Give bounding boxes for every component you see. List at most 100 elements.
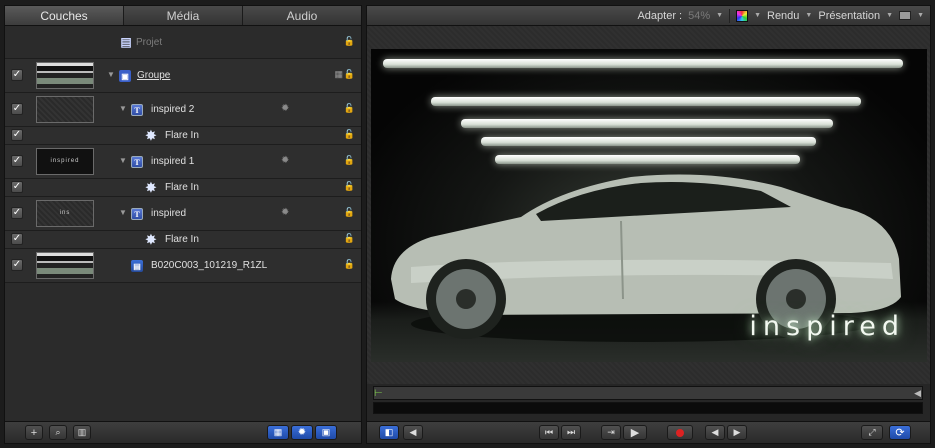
group-icon: ▣	[119, 70, 131, 82]
flare-behavior-icon: ✸	[145, 232, 157, 247]
behavior-row-flare-in[interactable]: ✓ ✸ Flare In 🔓	[5, 179, 361, 197]
layer-thumbnail: ins	[36, 200, 94, 227]
layer-row-inspired-1[interactable]: ✓ inspired ▼ T inspired 1 ✹ 🔓	[5, 145, 361, 179]
canvas-panel: Adapter : 54% ▼ ▼ Rendu ▼ Présentation ▼…	[366, 5, 931, 444]
render-menu[interactable]: Rendu	[767, 10, 799, 22]
behavior-row-flare-in[interactable]: ✓ ✸ Flare In 🔓	[5, 127, 361, 145]
layer-row-inspired-2[interactable]: ✓ ▼ T inspired 2 ✹ 🔓	[5, 93, 361, 127]
layers-footer: + ⌕ ▥ ▦ ✹ ▣	[5, 421, 361, 443]
presentation-menu[interactable]: Présentation	[818, 10, 880, 22]
text-layer-icon: T	[131, 156, 143, 168]
layer-row-groupe[interactable]: ✓ ▼ ▣ Groupe ▦ 🔓	[5, 59, 361, 93]
project-row[interactable]: ▤ Projet 🔓	[5, 26, 361, 59]
layer-checkbox[interactable]: ✓	[11, 259, 23, 271]
layer-checkbox[interactable]: ✓	[11, 233, 23, 245]
gear-icon[interactable]: ✹	[281, 103, 289, 114]
layer-name: inspired 1	[151, 156, 195, 167]
out-point-marker[interactable]: ◀	[914, 388, 921, 399]
play-button[interactable]: ▶	[623, 425, 647, 440]
zoom-value[interactable]: 54%	[688, 10, 710, 22]
next-frame-button[interactable]: ▶	[727, 425, 747, 440]
lock-icon[interactable]: 🔓	[344, 155, 355, 166]
view-layout-icon[interactable]	[899, 11, 912, 20]
tab-media[interactable]: Média	[124, 6, 243, 25]
lock-icon[interactable]: 🔓	[344, 69, 355, 80]
chevron-down-icon[interactable]: ▼	[805, 12, 812, 19]
show-masks-button[interactable]: ▣	[315, 425, 337, 440]
layer-name: inspired 2	[151, 104, 195, 115]
panel-tabs: Couches Média Audio	[5, 6, 361, 26]
lock-icon[interactable]: 🔓	[344, 259, 355, 270]
chevron-down-icon[interactable]: ▼	[716, 12, 723, 19]
go-to-end-button[interactable]: ⏭	[561, 425, 581, 440]
lock-icon[interactable]: 🔓	[344, 129, 355, 140]
thumbnail-toggle-button[interactable]: ▥	[73, 425, 91, 440]
fit-label: Adapter :	[637, 9, 683, 22]
behavior-name: Flare In	[165, 182, 199, 193]
video-clip-icon: ▤	[131, 260, 143, 272]
layer-name: B020C003_101219_R1ZL	[151, 260, 268, 271]
project-label: Projet	[136, 37, 163, 48]
layers-panel: Couches Média Audio ▤ Projet 🔓 ✓ ▼ ▣ Gro…	[4, 5, 362, 444]
gear-icon[interactable]: ✹	[281, 155, 289, 166]
tab-audio[interactable]: Audio	[243, 6, 361, 25]
search-button[interactable]: ⌕	[49, 425, 67, 440]
flare-behavior-icon: ✸	[145, 180, 157, 195]
lock-icon[interactable]: 🔓	[344, 181, 355, 192]
step-forward-button[interactable]: ⇥	[601, 425, 621, 440]
lock-icon[interactable]: 🔓	[344, 103, 355, 114]
color-channel-icon[interactable]	[736, 9, 749, 22]
tab-couches[interactable]: Couches	[5, 6, 124, 25]
behavior-row-flare-in[interactable]: ✓ ✸ Flare In 🔓	[5, 231, 361, 249]
show-layers-button[interactable]: ▦	[267, 425, 289, 440]
timeline-ruler[interactable]: ⊢ ◀	[373, 386, 923, 400]
add-layer-button[interactable]: +	[25, 425, 43, 440]
disclosure-triangle-icon[interactable]: ▼	[119, 208, 127, 217]
layer-thumbnail: inspired	[36, 148, 94, 175]
gear-icon[interactable]: ✹	[281, 207, 289, 218]
canvas-area[interactable]: inspired	[367, 26, 930, 384]
layer-name: inspired	[151, 208, 187, 219]
audio-button[interactable]: ◀	[403, 425, 423, 440]
disclosure-triangle-icon[interactable]: ▼	[119, 104, 127, 113]
chevron-down-icon[interactable]: ▼	[754, 12, 761, 19]
layer-row-inspired[interactable]: ✓ ins ▼ T inspired ✹ 🔓	[5, 197, 361, 231]
record-button[interactable]	[667, 425, 693, 440]
in-point-marker[interactable]: ⊢	[374, 388, 383, 399]
layer-row-clip[interactable]: ✓ ▤ B020C003_101219_R1ZL 🔓	[5, 249, 361, 283]
layer-thumbnail	[36, 62, 94, 89]
show-behaviors-button[interactable]: ✹	[291, 425, 313, 440]
layer-thumbnail	[36, 96, 94, 123]
layer-checkbox[interactable]: ✓	[11, 103, 23, 115]
disclosure-triangle-icon[interactable]: ▼	[119, 156, 127, 165]
text-layer-icon: T	[131, 208, 143, 220]
disclosure-triangle-icon[interactable]: ▼	[107, 70, 115, 79]
toggle-timeline-button[interactable]: ◧	[379, 425, 399, 440]
text-layer-icon: T	[131, 104, 143, 116]
isolate-icon[interactable]: ▦	[334, 69, 343, 80]
layer-checkbox[interactable]: ✓	[11, 129, 23, 141]
layer-checkbox[interactable]: ✓	[11, 155, 23, 167]
go-to-start-button[interactable]: ⏮	[539, 425, 559, 440]
layer-checkbox[interactable]: ✓	[11, 207, 23, 219]
layer-checkbox[interactable]: ✓	[11, 69, 23, 81]
previous-frame-button[interactable]: ◀	[705, 425, 725, 440]
lock-icon[interactable]: 🔓	[344, 36, 355, 47]
canvas-toolbar: Adapter : 54% ▼ ▼ Rendu ▼ Présentation ▼…	[367, 6, 930, 26]
lock-icon[interactable]: 🔓	[344, 207, 355, 218]
timeline-track[interactable]	[373, 402, 923, 414]
video-frame[interactable]: inspired	[371, 49, 927, 362]
mini-timeline[interactable]: ⊢ ◀	[371, 386, 927, 416]
layer-checkbox[interactable]: ✓	[11, 181, 23, 193]
chevron-down-icon[interactable]: ▼	[886, 12, 893, 19]
layer-thumbnail	[36, 252, 94, 279]
layer-name: Groupe	[137, 70, 171, 81]
loop-button[interactable]: ⟳	[889, 425, 911, 440]
transport-bar: ◧ ◀ ⏮ ⏭ ⇥ ▶ ◀ ▶ ⤢ ⟳	[367, 421, 930, 443]
lock-icon[interactable]: 🔓	[344, 233, 355, 244]
project-doc-icon: ▤	[120, 35, 132, 49]
fullscreen-icon[interactable]: ⤢	[861, 425, 883, 440]
chevron-down-icon[interactable]: ▼	[917, 12, 924, 19]
overlay-text: inspired	[749, 311, 905, 342]
layers-list: ▤ Projet 🔓 ✓ ▼ ▣ Groupe ▦ 🔓 ✓ ▼ T inspir…	[5, 26, 361, 283]
